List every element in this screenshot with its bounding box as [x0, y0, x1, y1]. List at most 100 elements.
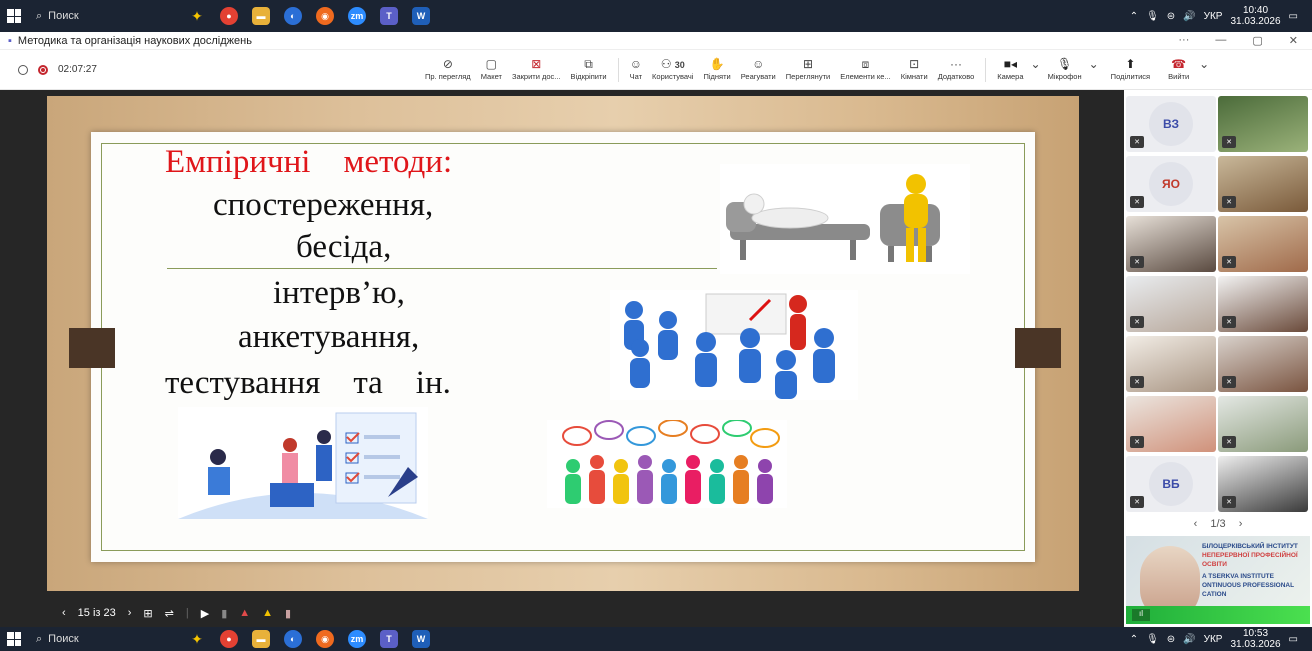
camera-options[interactable]: ⌄ — [1029, 56, 1043, 72]
copilot-icon[interactable]: ✦ — [188, 630, 206, 648]
zoom-icon[interactable]: zm — [348, 630, 366, 648]
participant-tile[interactable]: ✕ — [1218, 396, 1308, 452]
zoom-icon[interactable]: zm — [348, 7, 366, 25]
start-button[interactable] — [0, 0, 28, 32]
marker-tool-icon[interactable]: ▮ — [285, 607, 291, 620]
tray-mic-icon[interactable]: 🎙 — [1146, 634, 1159, 645]
camera-button[interactable]: ■◂ Камера — [992, 56, 1028, 81]
participant-tile[interactable]: ✕ — [1218, 456, 1308, 512]
tray-volume-icon[interactable]: 🔊 — [1183, 634, 1195, 645]
recording-icon — [38, 64, 48, 75]
mic-muted-icon: ✕ — [1130, 196, 1144, 208]
camera-icon: ■◂ — [1003, 57, 1018, 71]
participant-tile[interactable]: ✕ — [1126, 276, 1216, 332]
explorer-icon[interactable]: ▬ — [252, 630, 270, 648]
layout-button[interactable]: ▢ Макет — [476, 56, 507, 81]
banner-line: БІЛОЦЕРКІВСЬКИЙ ІНСТИТУТ — [1202, 543, 1298, 550]
tool-label: Закрити дос... — [511, 72, 561, 81]
active-speaker-video[interactable]: БІЛОЦЕРКІВСЬКИЙ ІНСТИТУТ НЕПЕРЕРВНОЇ ПРО… — [1126, 536, 1310, 624]
chrome-icon[interactable]: ● — [220, 7, 238, 25]
highlighter-tool-icon[interactable]: ▲ — [262, 607, 273, 619]
eraser-tool-icon[interactable]: ▮ — [221, 607, 227, 620]
meeting-tools: ⊘ Пр. перегляд ▢ Макет ⊠ Закрити дос... ⧉ Ві… — [420, 50, 1211, 89]
preview-button[interactable]: ⊘ Пр. перегляд — [420, 56, 476, 81]
raise-hand-button[interactable]: ✋ Підняти — [698, 56, 735, 81]
participant-tile[interactable]: ✕ — [1218, 156, 1308, 212]
prev-slide-icon[interactable]: ‹ — [62, 607, 66, 619]
notification-icon[interactable]: ▭ — [1289, 634, 1298, 645]
word-icon[interactable]: W — [412, 7, 430, 25]
participants-button[interactable]: ⚇ 30 Користувачі — [647, 56, 698, 81]
leave-options[interactable]: ⌄ — [1197, 56, 1211, 72]
maximize-button[interactable]: ▢ — [1252, 34, 1262, 47]
teams-icon[interactable]: T — [380, 630, 398, 648]
word-icon[interactable]: W — [412, 630, 430, 648]
survey-illustration — [178, 407, 428, 519]
apps-button[interactable]: ⧈ Елементи ке... — [835, 56, 896, 81]
taskbar-top: ⌕ Поиск ✦ ● ▬ ◐ ◉ zm T W ⌃ 🎙 ⊜ 🔊 УКР 10:… — [0, 0, 1312, 32]
banner-line: ONTINUOUS PROFESSIONAL — [1202, 582, 1295, 589]
grid-view-icon[interactable]: ⊞ — [143, 607, 152, 620]
tray-network-icon[interactable]: ⊜ — [1167, 11, 1175, 22]
pointer-tool-icon[interactable]: ▶ — [201, 607, 209, 620]
close-window-button[interactable]: ✕ — [1289, 34, 1298, 47]
start-button[interactable] — [0, 627, 28, 651]
leave-button[interactable]: ☎ Вийти — [1160, 56, 1197, 81]
gallery-next-icon[interactable]: › — [1239, 518, 1243, 530]
tray-mic-icon[interactable]: 🎙 — [1146, 11, 1159, 22]
participant-tile[interactable]: ЯО ✕ — [1126, 156, 1216, 212]
taskbar-search[interactable]: ⌕ Поиск — [28, 5, 158, 27]
view-button[interactable]: ⊞ Переглянути — [781, 56, 835, 81]
chrome-icon[interactable]: ● — [220, 630, 238, 648]
pen-tool-icon[interactable]: ▲ — [239, 607, 250, 619]
firefox-icon[interactable]: ◉ — [316, 7, 334, 25]
rooms-button[interactable]: ⊡ Кімнати — [896, 56, 933, 81]
mic-button[interactable]: 🎙 Мікрофон — [1043, 56, 1087, 81]
tray-network-icon[interactable]: ⊜ — [1167, 634, 1175, 645]
tray-lang[interactable]: УКР — [1204, 634, 1223, 645]
share-button[interactable]: ⬆ Поділитися — [1101, 56, 1160, 81]
more-window-button[interactable]: ··· — [1178, 34, 1189, 47]
participant-tile[interactable]: ✕ — [1218, 336, 1308, 392]
tray-chevron-icon[interactable]: ⌃ — [1130, 11, 1138, 22]
avatar: ВЗ — [1149, 102, 1193, 146]
mic-muted-icon: ✕ — [1222, 256, 1236, 268]
gallery-prev-icon[interactable]: ‹ — [1194, 518, 1198, 530]
participant-tile[interactable]: ВБ ✕ — [1126, 456, 1216, 512]
notification-icon[interactable]: ▭ — [1289, 11, 1298, 22]
clock[interactable]: 10:53 31.03.2026 — [1230, 628, 1280, 650]
chat-button[interactable]: ☺ Чат — [625, 56, 647, 81]
participant-tile[interactable]: ✕ — [1218, 276, 1308, 332]
participant-tile[interactable]: ✕ — [1126, 216, 1216, 272]
next-slide-icon[interactable]: › — [128, 607, 132, 619]
taskbar-search[interactable]: ⌕ Поиск — [28, 628, 158, 650]
settings-sliders-icon[interactable]: ⇌ — [165, 607, 174, 620]
edge-icon[interactable]: ◐ — [284, 630, 302, 648]
teams-icon[interactable]: T — [380, 7, 398, 25]
firefox-icon[interactable]: ◉ — [316, 630, 334, 648]
tray-chevron-icon[interactable]: ⌃ — [1130, 634, 1138, 645]
mic-options[interactable]: ⌄ — [1087, 56, 1101, 72]
tool-label: Додатково — [937, 72, 975, 81]
edge-icon[interactable]: ◐ — [284, 7, 302, 25]
participant-tile[interactable]: ✕ — [1126, 396, 1216, 452]
meeting-info-icon[interactable] — [18, 64, 28, 75]
clock[interactable]: 10:40 31.03.2026 — [1230, 5, 1280, 27]
clock-time: 10:53 — [1243, 628, 1269, 639]
participant-tile[interactable]: ВЗ ✕ — [1126, 96, 1216, 152]
popout-button[interactable]: ⧉ Відкріпити — [566, 56, 612, 81]
slide-counter: 15 із 23 — [77, 607, 116, 619]
participant-tile[interactable]: ✕ — [1218, 96, 1308, 152]
participant-tile[interactable]: ✕ — [1126, 336, 1216, 392]
tray-volume-icon[interactable]: 🔊 — [1183, 11, 1195, 22]
mic-muted-icon: ✕ — [1222, 196, 1236, 208]
minimize-button[interactable]: — — [1215, 34, 1226, 47]
more-button[interactable]: ··· Додатково — [933, 56, 980, 81]
react-button[interactable]: ☺ Реагувати — [736, 56, 781, 81]
copilot-icon[interactable]: ✦ — [188, 7, 206, 25]
tray-lang[interactable]: УКР — [1204, 11, 1223, 22]
stop-sharing-button[interactable]: ⊠ Закрити дос... — [507, 56, 566, 81]
participant-tile[interactable]: ✕ — [1218, 216, 1308, 272]
explorer-icon[interactable]: ▬ — [252, 7, 270, 25]
tool-label: Реагувати — [740, 72, 776, 81]
